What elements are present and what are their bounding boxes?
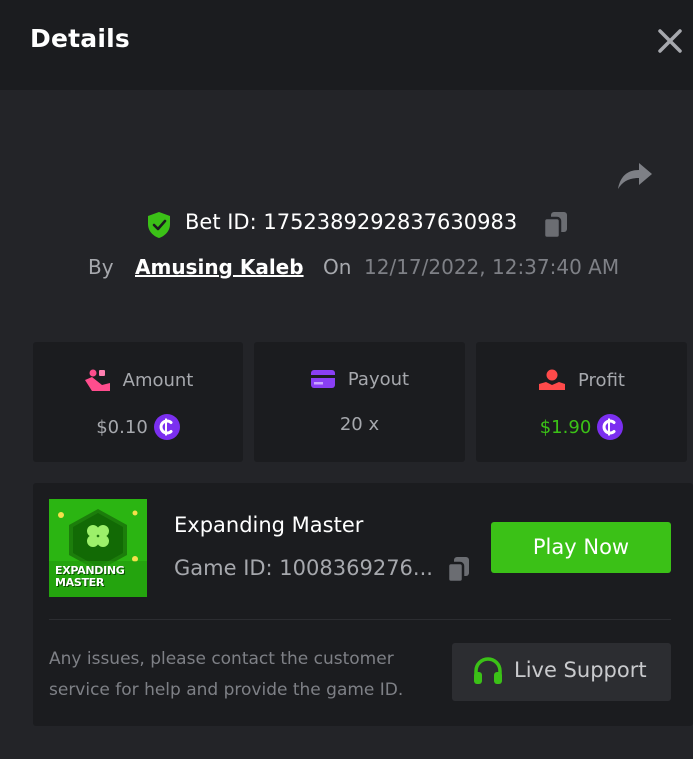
payout-card-icon: [310, 370, 335, 388]
amount-label: Amount: [122, 369, 194, 391]
payout-card: Payout 20 x: [254, 342, 465, 462]
game-card: EXPANDING MASTER Expanding Master Game I…: [33, 483, 693, 726]
copy-icon: [542, 212, 567, 240]
coin-icon: [153, 414, 180, 440]
headset-icon: [474, 657, 502, 684]
copy-bet-id-button[interactable]: [541, 209, 571, 241]
copy-icon: [446, 557, 469, 584]
game-thumbnail[interactable]: EXPANDING MASTER: [49, 499, 147, 597]
support-text: Any issues, please contact the customer …: [49, 649, 404, 700]
bet-id: Bet ID: 1752389292837630983: [185, 210, 518, 234]
live-support-label: Live Support: [514, 658, 647, 682]
play-now-button[interactable]: Play Now: [491, 522, 671, 573]
profit-value: $1.90: [539, 416, 592, 438]
copy-game-id-button[interactable]: [445, 555, 473, 585]
amount-value: $0.10: [96, 416, 148, 438]
amount-card: Amount $0.10: [33, 342, 243, 462]
profit-card: Profit $1.90: [476, 342, 687, 462]
share-button[interactable]: [615, 160, 655, 192]
page-title: Details: [30, 24, 130, 53]
on-label: On: [323, 255, 352, 279]
game-id: Game ID: 1008369276...: [174, 556, 433, 580]
close-icon: [658, 29, 682, 53]
user-link[interactable]: Amusing Kaleb: [135, 255, 304, 279]
payout-label: Payout: [347, 368, 410, 390]
bet-id-row: Bet ID: 1752389292837630983: [0, 206, 693, 242]
game-name: Expanding Master: [174, 513, 364, 537]
payout-value: 20 x: [339, 414, 380, 435]
close-button[interactable]: [654, 25, 686, 57]
live-support-button[interactable]: Live Support: [452, 643, 671, 701]
bet-date: 12/17/2022, 12:37:40 AM: [364, 255, 620, 279]
by-label: By: [88, 255, 114, 279]
bet-meta-row: By Amusing Kaleb On 12/17/2022, 12:37:40…: [0, 250, 693, 286]
details-header: Details: [0, 0, 693, 90]
profit-hand-icon: [539, 369, 566, 390]
amount-icon: [84, 369, 110, 391]
divider: [49, 619, 671, 620]
coin-icon: [597, 414, 624, 440]
profit-label: Profit: [578, 369, 625, 391]
shield-check-icon: [148, 212, 170, 238]
thumb-title-line2: MASTER: [55, 576, 105, 589]
share-icon: [618, 163, 652, 189]
